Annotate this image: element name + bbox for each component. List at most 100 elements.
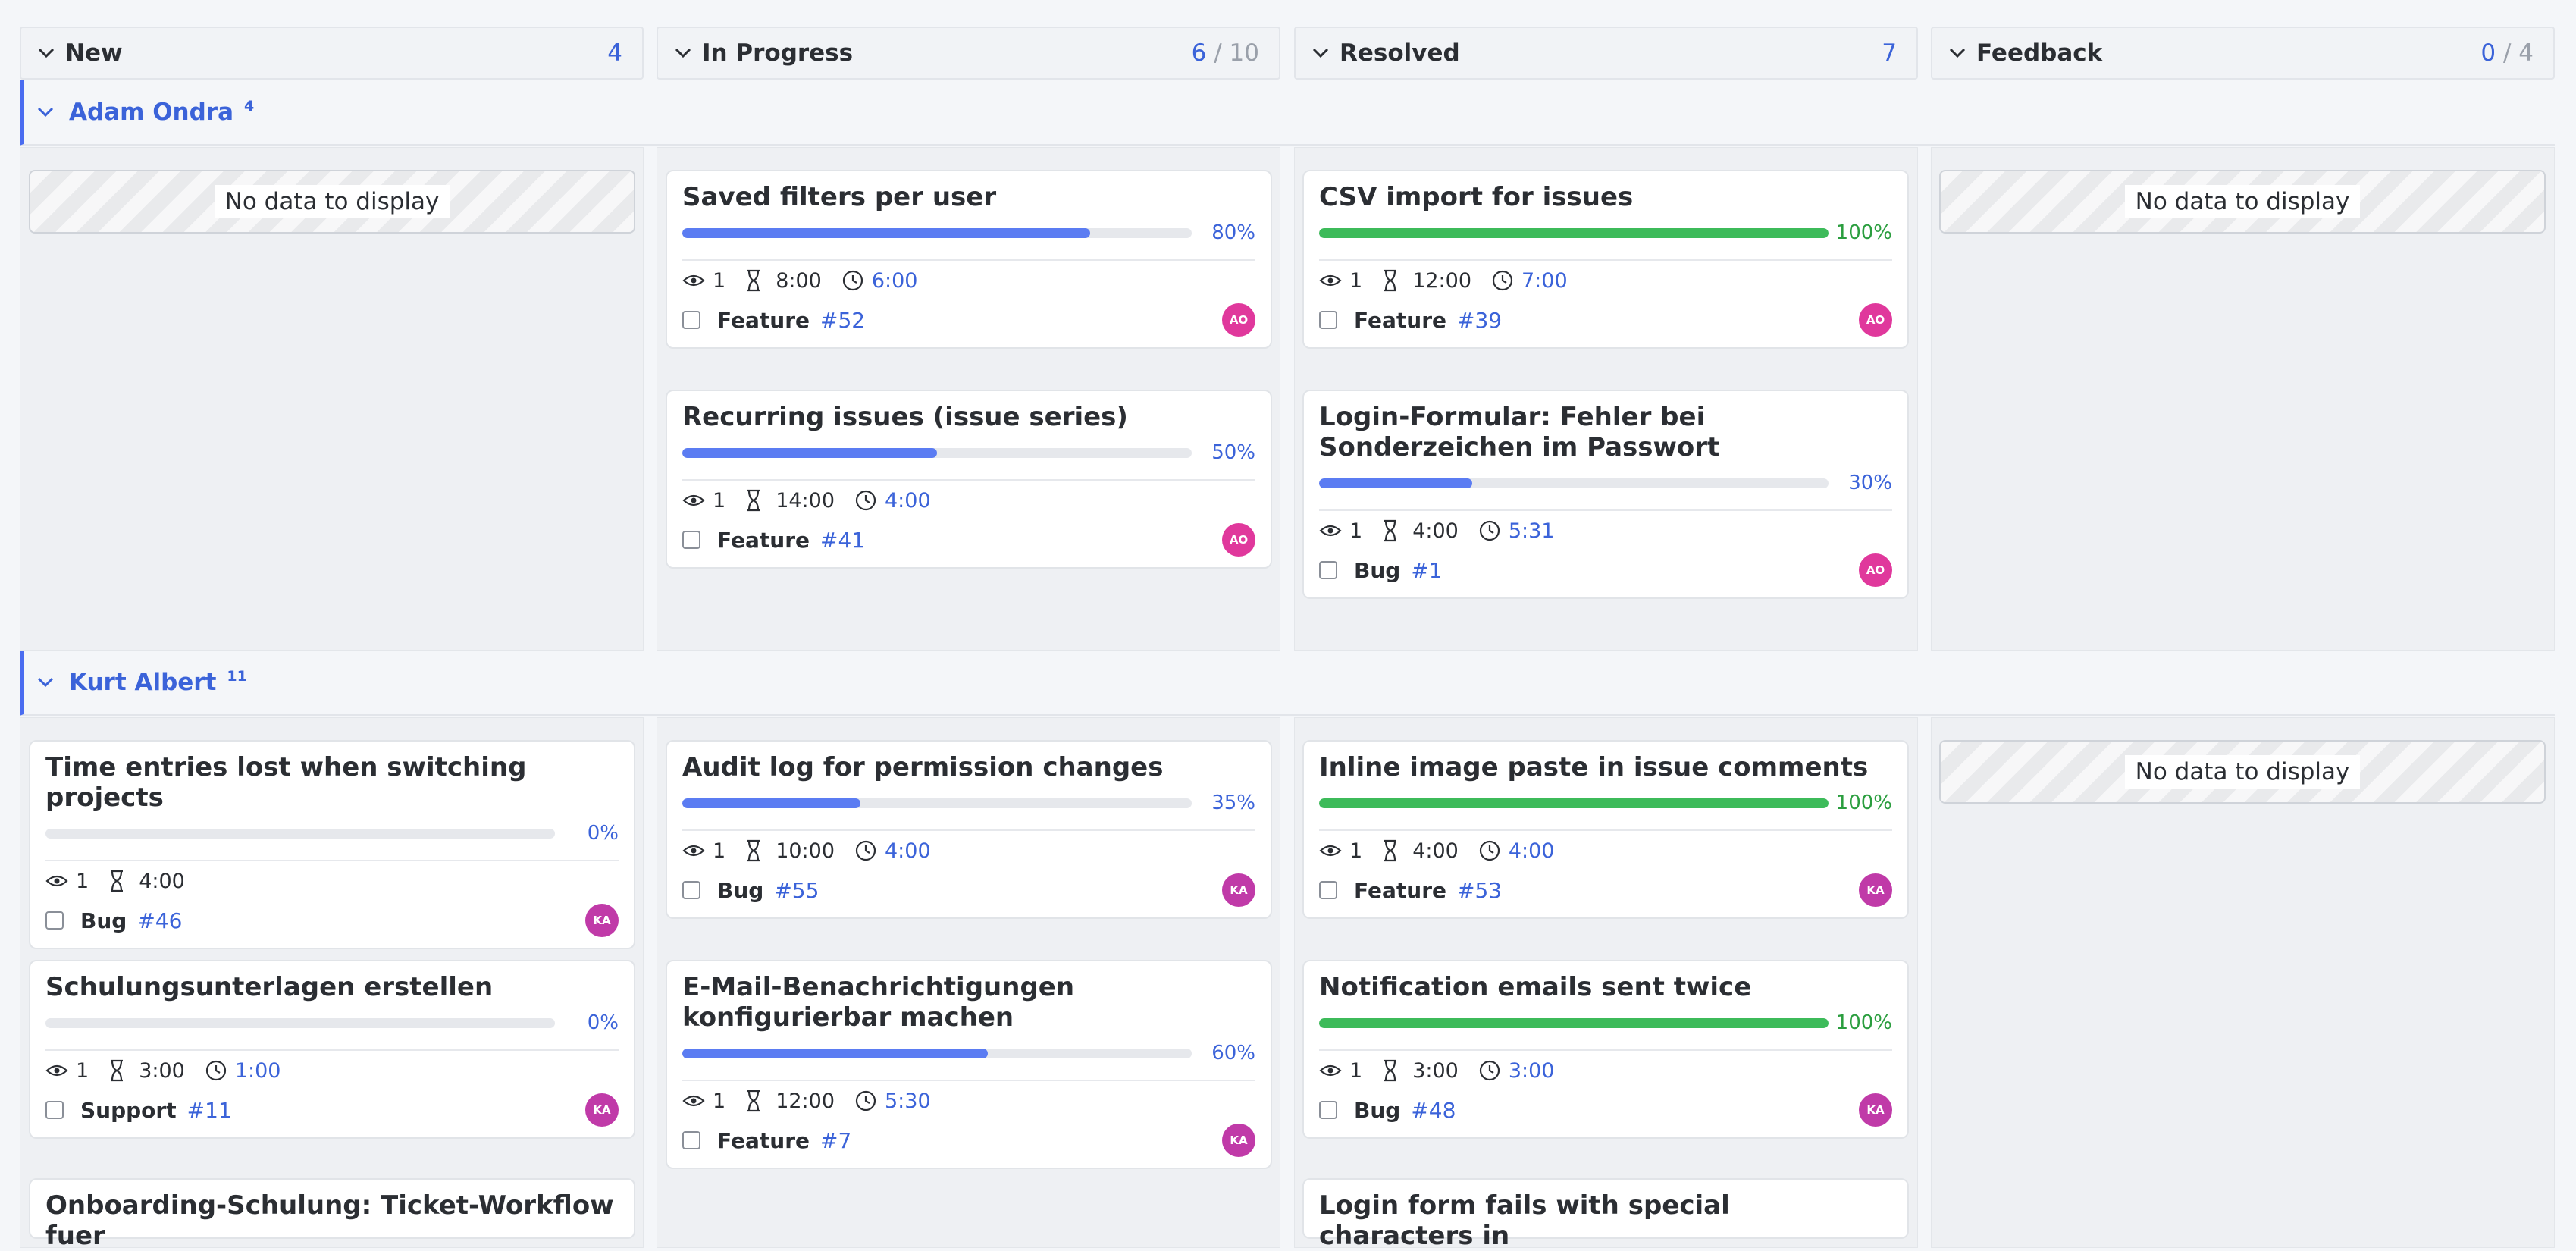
chevron-down-icon[interactable] [37,674,54,691]
select-checkbox[interactable] [682,881,700,899]
select-checkbox[interactable] [45,911,64,930]
spent-hours[interactable]: 4:00 [1509,839,1555,863]
spent-hours[interactable]: 4:00 [885,489,931,513]
progress-percent: 0% [587,822,619,845]
issue-subject[interactable]: CSV import for issues [1319,171,1892,212]
assignee-avatar[interactable]: AO [1859,553,1892,587]
chevron-down-icon[interactable] [37,104,54,121]
eye-icon [45,1059,68,1082]
select-checkbox[interactable] [682,311,700,329]
chevron-down-icon[interactable] [1312,45,1329,61]
issue-card[interactable]: Time entries lost when switching project… [29,740,635,949]
estimated-hours: 10:00 [776,839,835,863]
issue-subject[interactable]: Login form fails with special characters… [1319,1180,1892,1251]
issue-card[interactable]: Inline image paste in issue comments 100… [1302,740,1909,919]
issue-subject[interactable]: Onboarding-Schulung: Ticket-Workflow fue… [45,1180,619,1251]
issue-number-link[interactable]: #41 [820,528,865,553]
assignee-avatar[interactable]: KA [1222,1124,1255,1157]
issue-subject[interactable]: Time entries lost when switching project… [45,742,619,813]
issue-subject[interactable]: Schulungsunterlagen erstellen [45,961,619,1002]
spent-hours[interactable]: 4:00 [885,839,931,863]
issue-card[interactable]: E-Mail-Benachrichtigungen konfigurierbar… [666,960,1272,1169]
issue-subject[interactable]: Inline image paste in issue comments [1319,742,1892,782]
assignee-avatar[interactable]: KA [1859,873,1892,907]
issue-card[interactable]: Saved filters per user 80% 1 8:00 6:00 F… [666,170,1272,349]
hourglass-icon [745,489,768,512]
issue-card[interactable]: Notification emails sent twice 100% 1 3:… [1302,960,1909,1139]
issue-subject[interactable]: Login-Formular: Fehler bei Sonderzeichen… [1319,391,1892,462]
issue-subject[interactable]: Recurring issues (issue series) [682,391,1255,432]
issue-card[interactable]: Login form fails with special characters… [1302,1178,1909,1251]
issue-subject[interactable]: Notification emails sent twice [1319,961,1892,1002]
spent-hours[interactable]: 6:00 [872,269,918,293]
select-checkbox[interactable] [1319,561,1337,579]
progress-percent: 30% [1848,472,1892,494]
spent-hours[interactable]: 5:31 [1509,519,1555,543]
select-checkbox[interactable] [682,531,700,549]
chevron-down-icon[interactable] [38,45,55,61]
column-count: 7 [1882,39,1897,67]
hourglass-icon [1382,519,1405,542]
spent-hours[interactable]: 7:00 [1521,269,1568,293]
swimlane-header-adam-ondra[interactable]: Adam Ondra 4 [20,80,2555,146]
assignee-name[interactable]: Kurt Albert [69,669,216,696]
issue-card[interactable]: Login-Formular: Fehler bei Sonderzeichen… [1302,390,1909,599]
issue-number-link[interactable]: #39 [1457,308,1502,333]
assignee-name[interactable]: Adam Ondra [69,99,233,126]
column-header-new[interactable]: New 4 [20,27,644,80]
spent-hours[interactable]: 3:00 [1509,1059,1555,1083]
select-checkbox[interactable] [1319,1101,1337,1119]
chevron-down-icon[interactable] [1949,45,1966,61]
issue-subject[interactable]: Audit log for permission changes [682,742,1255,782]
issue-number-link[interactable]: #1 [1411,558,1442,583]
progress-bar: 30% [1319,472,1892,494]
hourglass-icon [108,870,131,892]
assignee-avatar[interactable]: AO [1222,303,1255,337]
issue-number-link[interactable]: #11 [187,1098,232,1123]
issue-subject[interactable]: Saved filters per user [682,171,1255,212]
issue-card[interactable]: Onboarding-Schulung: Ticket-Workflow fue… [29,1178,635,1251]
select-checkbox[interactable] [682,1131,700,1149]
eye-icon [682,489,705,512]
watcher-count: 1 [1349,268,1363,293]
assignee-avatar[interactable]: AO [1222,523,1255,557]
watcher-count: 1 [713,1089,726,1113]
progress-bar: 50% [682,441,1255,464]
issue-number-link[interactable]: #52 [820,308,865,333]
column-header-feedback[interactable]: Feedback 0 / 4 [1931,27,2555,80]
eye-icon [1319,269,1342,292]
select-checkbox[interactable] [1319,881,1337,899]
assignee-avatar[interactable]: AO [1859,303,1892,337]
spent-hours[interactable]: 5:30 [885,1090,931,1113]
select-checkbox[interactable] [45,1101,64,1119]
chevron-down-icon[interactable] [675,45,691,61]
assignee-avatar[interactable]: KA [1859,1093,1892,1127]
issue-card[interactable]: Schulungsunterlagen erstellen 0% 1 3:00 … [29,960,635,1139]
eye-icon [682,1090,705,1112]
column-header-resolved[interactable]: Resolved 7 [1294,27,1918,80]
issue-number-link[interactable]: #46 [137,908,182,933]
eye-icon [1319,519,1342,542]
estimated-hours: 4:00 [1412,839,1459,863]
issue-number-link[interactable]: #48 [1411,1098,1456,1123]
issue-card[interactable]: CSV import for issues 100% 1 12:00 7:00 … [1302,170,1909,349]
progress-bar: 100% [1319,1011,1892,1034]
swimlane-header-kurt-albert[interactable]: Kurt Albert 11 [20,651,2555,716]
spent-hours[interactable]: 1:00 [235,1059,281,1083]
issue-card[interactable]: Recurring issues (issue series) 50% 1 14… [666,390,1272,569]
eye-icon [1319,839,1342,862]
assignee-avatar[interactable]: KA [585,904,619,937]
assignee-avatar[interactable]: KA [585,1093,619,1127]
empty-state: No data to display [1939,740,2546,804]
column-count: 4 [607,39,622,67]
issue-number-link[interactable]: #7 [820,1128,851,1153]
assignee-avatar[interactable]: KA [1222,873,1255,907]
select-checkbox[interactable] [1319,311,1337,329]
issue-card[interactable]: Audit log for permission changes 35% 1 1… [666,740,1272,919]
issue-subject[interactable]: E-Mail-Benachrichtigungen konfigurierbar… [682,961,1255,1033]
watcher-count: 1 [76,1058,89,1083]
issue-number-link[interactable]: #55 [774,878,819,903]
column-header-in-progress[interactable]: In Progress 6 / 10 [657,27,1280,80]
eye-icon [682,839,705,862]
issue-number-link[interactable]: #53 [1457,878,1502,903]
